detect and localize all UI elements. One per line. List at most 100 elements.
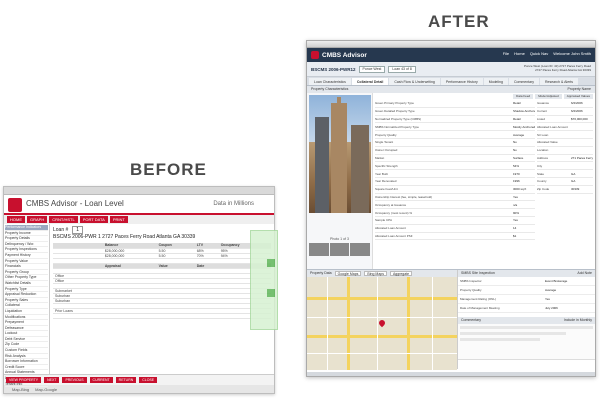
map-link[interactable]: Map-Google bbox=[35, 387, 57, 392]
table-row: Issuance 6/2/2006 bbox=[537, 100, 593, 108]
row-value: No bbox=[513, 140, 517, 145]
row-label: Square Feet/Unit bbox=[375, 187, 398, 192]
row-label: County bbox=[537, 179, 547, 184]
user-menu[interactable]: Welcome John Smith bbox=[553, 51, 591, 56]
left-column: Green Primary Property Type Retail Green D… bbox=[375, 100, 535, 241]
footer-button[interactable]: RETURN bbox=[115, 377, 137, 383]
address-line: 2727 Paces Ferry Road Atlanta GA 30339 bbox=[535, 68, 591, 72]
tab-print[interactable]: PRINT bbox=[109, 216, 128, 223]
row-label: Str Loan bbox=[537, 132, 549, 137]
row-label: Normalized Property Type (CMBS) bbox=[375, 116, 422, 121]
menu-home[interactable]: Home bbox=[514, 51, 525, 56]
col-appraised[interactable]: Appraised Values bbox=[563, 94, 593, 99]
col-data-feed[interactable]: Data Feed bbox=[513, 94, 534, 99]
tab-commentary[interactable]: Commentary bbox=[508, 78, 540, 85]
row-label: Owner Occupied bbox=[375, 148, 398, 153]
photo-thumbnail[interactable] bbox=[350, 243, 371, 256]
loan-select[interactable]: 1 bbox=[72, 226, 84, 234]
main-panel: Loan # 1 BSCMS 2006-PWR 1 2727 Paces Fer… bbox=[50, 224, 274, 374]
map-link[interactable]: Map-Bing bbox=[12, 387, 29, 392]
tab-research-alerts[interactable]: Research & Alerts bbox=[540, 78, 579, 85]
property-select[interactable]: Ponce West bbox=[358, 65, 386, 73]
bing-maps-button[interactable]: Bing Maps bbox=[364, 271, 387, 276]
before-window: CMBS Advisor - Loan Level Data in Millio… bbox=[3, 186, 275, 394]
table-row: Normalized Property Type (CMBS) Retail bbox=[375, 116, 535, 124]
photo-thumbnail[interactable] bbox=[309, 243, 329, 256]
row-label: Issuance bbox=[537, 101, 550, 106]
footer-button[interactable]: NEXT bbox=[44, 377, 60, 383]
table-row: Owner Occupied No bbox=[375, 147, 535, 155]
footer-button[interactable]: CLOSE bbox=[139, 377, 158, 383]
menu-file[interactable]: File bbox=[503, 51, 509, 56]
row-label: Green Detailed Property Type bbox=[375, 109, 415, 114]
google-maps-button[interactable]: Google Maps bbox=[334, 271, 362, 276]
table-row: Market Surface bbox=[375, 155, 535, 163]
row-label: Market bbox=[375, 155, 385, 160]
row-value: Yes bbox=[545, 297, 550, 301]
before-heading: BEFORE bbox=[130, 160, 207, 179]
table-row: Zip Code 30339 bbox=[537, 186, 593, 194]
col-model-adjusted[interactable]: Model Adjusted bbox=[535, 94, 562, 99]
commentary-line bbox=[460, 338, 540, 341]
expand-button[interactable] bbox=[267, 289, 275, 297]
photo-thumbnail[interactable] bbox=[329, 243, 350, 256]
row-label: Allocated Loan Amount bbox=[537, 124, 568, 129]
expand-button[interactable] bbox=[267, 259, 275, 267]
row-value: 30339 bbox=[571, 187, 580, 192]
include-monthly-select[interactable]: Include in Monthly bbox=[564, 318, 592, 323]
tab-cash-flow-underwriting[interactable]: Cash Flow & Underwriting bbox=[389, 78, 440, 85]
map-street bbox=[327, 277, 328, 370]
row-label: Green Primary Property Type bbox=[375, 101, 414, 106]
tab-loan-characteristics[interactable]: Loan Characteristics bbox=[309, 78, 351, 85]
row-value: 90% bbox=[513, 210, 520, 215]
building bbox=[315, 117, 329, 213]
property-photo[interactable] bbox=[309, 95, 371, 213]
aggregate-button[interactable]: Aggregate bbox=[389, 271, 413, 276]
commentary-title: Commentary bbox=[461, 318, 482, 322]
menu-quick-nav[interactable]: Quick Nav bbox=[530, 51, 548, 56]
row-label: Ownership Interest (fee, simple, leaseho… bbox=[375, 194, 433, 199]
tab-home[interactable]: HOME bbox=[7, 216, 25, 223]
table-row: Green Detailed Property Type Shadow Ancho… bbox=[375, 108, 535, 116]
data-table: Balance Coupon LTV Occupancy $28,000,000 5.50… bbox=[53, 243, 271, 319]
app-header: CMBS Advisor File Home Quick Nav Welcome… bbox=[307, 48, 595, 62]
row-value: Mostly Anchored bbox=[513, 124, 535, 129]
row-label: Location bbox=[537, 148, 549, 153]
row-value: GA bbox=[571, 179, 576, 184]
row-label: Allocated Value bbox=[537, 140, 558, 145]
row-value: 3000 sq ft bbox=[513, 187, 527, 192]
browser-chrome bbox=[4, 187, 274, 195]
row-label: Sample CPA bbox=[375, 218, 392, 223]
row-label: SMBS Inspector bbox=[460, 279, 482, 283]
footer-button[interactable]: CURRENT bbox=[89, 377, 113, 383]
app-title: CMBS Advisor bbox=[322, 51, 367, 59]
commentary-box[interactable] bbox=[458, 324, 595, 360]
row-value: Yes bbox=[513, 218, 518, 223]
row-label: Specific Strength bbox=[375, 163, 398, 168]
tab-port-data[interactable]: PORT DATA bbox=[79, 216, 108, 223]
footer-button[interactable]: PREVIOUS bbox=[62, 377, 87, 383]
table-row: Year Renovated 1996 bbox=[375, 178, 535, 186]
loan-select[interactable]: Loan 43 of 8 bbox=[388, 65, 416, 73]
tab-modeling[interactable]: Modeling bbox=[483, 78, 508, 85]
tab-history[interactable]: CRNT/HSTL bbox=[49, 216, 78, 223]
map-pin-icon[interactable] bbox=[377, 318, 387, 328]
row-label: Allocated Loan Amount PSF bbox=[375, 233, 413, 238]
table-row: Occupancy at Issuance n/a bbox=[375, 201, 535, 210]
row-label: Zip Code bbox=[537, 187, 550, 192]
footer-button[interactable]: VIEW PROPERTY bbox=[6, 377, 42, 383]
row-label: Current bbox=[537, 109, 548, 114]
table-row: Year Built 1970 bbox=[375, 170, 535, 178]
table-row: State GA bbox=[537, 170, 593, 178]
map-road bbox=[307, 297, 457, 300]
tab-graph[interactable]: GRAPH bbox=[27, 216, 48, 223]
row-value: n/a bbox=[513, 202, 518, 207]
map-panel: Property Data Google Maps Bing Maps Aggr… bbox=[307, 270, 457, 370]
row-label: Year Built bbox=[375, 171, 388, 176]
browser-chrome bbox=[307, 41, 595, 48]
add-note-button[interactable]: Add Note bbox=[577, 271, 592, 276]
tab-collateral-detail[interactable]: Collateral Detail bbox=[351, 78, 389, 85]
section-title: Property Characteristics bbox=[311, 87, 349, 91]
tab-performance-history[interactable]: Performance History bbox=[440, 78, 483, 85]
map[interactable] bbox=[307, 277, 457, 370]
